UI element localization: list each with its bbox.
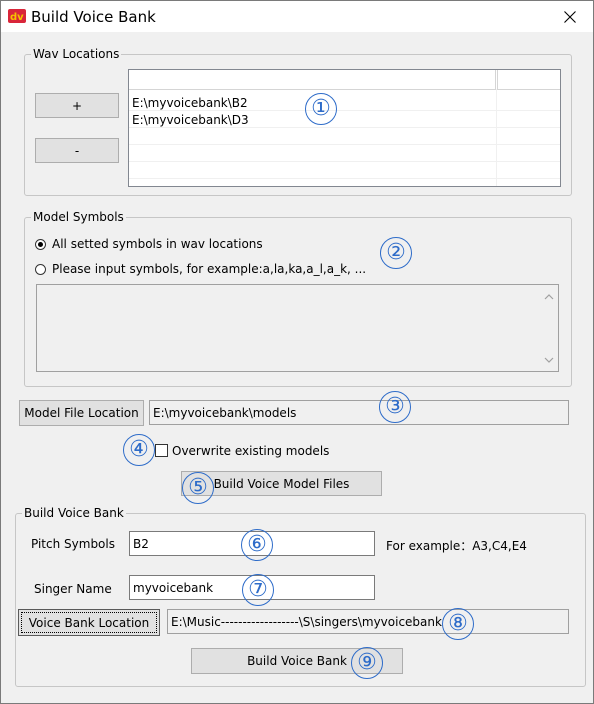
list-item[interactable]: E:\myvoicebank\B2 (129, 96, 560, 111)
model-file-location-button[interactable]: Model File Location (19, 400, 144, 426)
list-item-empty (129, 164, 560, 179)
radio-input-symbols[interactable]: Please input symbols, for example:a,la,k… (35, 262, 366, 276)
overwrite-label: Overwrite existing models (172, 444, 330, 458)
svg-text:dv: dv (10, 12, 24, 23)
marker-8: ⑧ (442, 608, 474, 640)
marker-3: ③ (379, 391, 411, 423)
pitch-example-text: For example：A3,C4,E4 (386, 539, 527, 553)
wav-locations-list[interactable]: E:\myvoicebank\B2 E:\myvoicebank\D3 (128, 69, 561, 187)
close-button[interactable] (547, 1, 593, 32)
dv-app-icon: dv (8, 9, 26, 23)
scroll-down-icon[interactable] (544, 355, 554, 365)
model-symbols-label: Model Symbols (31, 210, 126, 224)
radio-input-symbols-label: Please input symbols, for example:a,la,k… (52, 262, 367, 276)
wav-locations-label: Wav Locations (31, 47, 122, 61)
marker-5: ⑤ (182, 472, 214, 504)
symbols-input[interactable] (36, 284, 559, 372)
pitch-symbols-label: Pitch Symbols (31, 537, 115, 551)
model-file-path: E:\myvoicebank\models (149, 400, 569, 425)
marker-7: ⑦ (242, 574, 274, 606)
window-title: Build Voice Bank (31, 8, 156, 26)
marker-1: ① (305, 93, 337, 125)
marker-4: ④ (123, 434, 155, 466)
add-location-button[interactable]: + (35, 93, 119, 118)
marker-9: ⑨ (351, 647, 383, 679)
list-item-empty (129, 130, 560, 145)
build-voice-bank-window: dv Build Voice Bank Wav Locations + - E:… (0, 0, 594, 704)
radio-input-symbols-indicator[interactable] (35, 263, 46, 275)
radio-all-symbols-label: All setted symbols in wav locations (52, 237, 263, 251)
list-header (129, 70, 560, 90)
list-item[interactable]: E:\myvoicebank\D3 (129, 113, 560, 128)
marker-6: ⑥ (241, 529, 273, 561)
voice-bank-location-path: E:\Music------------------\S\singers\myv… (167, 609, 569, 634)
marker-2: ② (380, 237, 412, 269)
scroll-up-icon[interactable] (544, 292, 554, 302)
title-bar: dv Build Voice Bank (1, 1, 593, 32)
remove-location-button[interactable]: - (35, 138, 119, 163)
overwrite-checkbox[interactable] (155, 444, 168, 457)
voice-bank-location-button[interactable]: Voice Bank Location (18, 609, 160, 636)
radio-all-symbols-indicator[interactable] (35, 238, 46, 250)
singer-name-label: Singer Name (34, 582, 112, 596)
close-icon (564, 10, 576, 23)
radio-all-symbols[interactable]: All setted symbols in wav locations (35, 237, 263, 251)
build-voice-bank-label: Build Voice Bank (22, 506, 126, 520)
list-item-empty (129, 147, 560, 162)
